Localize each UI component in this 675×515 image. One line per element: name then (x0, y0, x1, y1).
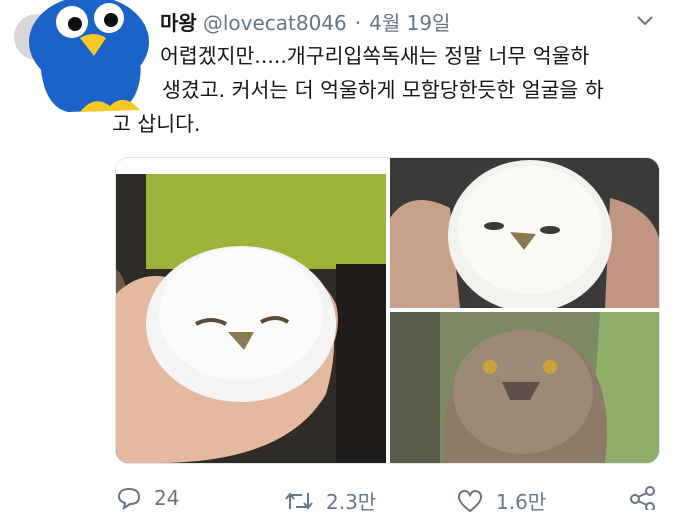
user-handle[interactable]: @lovecat8046 (203, 11, 347, 35)
media-grid (115, 157, 660, 464)
retweet-icon (285, 491, 313, 510)
retweet-button[interactable]: 2.3만 (284, 486, 376, 515)
tweet-date[interactable]: 4월 19일 (369, 11, 450, 35)
share-icon (630, 486, 655, 510)
like-button[interactable]: 1.6만 (456, 486, 546, 515)
tweet-text-line: 고 삽니다. (112, 112, 201, 136)
display-name[interactable]: 마왕 (160, 11, 197, 35)
like-count: 1.6만 (496, 490, 547, 514)
reply-count: 24 (154, 486, 180, 510)
tweet-header: 마왕 @lovecat8046 · 4월 19일 (160, 7, 450, 36)
tweet-text-line: 생겼고. 커서는 더 억울하게 모함당한듯한 얼굴을 하 (162, 78, 604, 102)
owlet-closeup-photo[interactable] (390, 158, 659, 308)
retweet-count: 2.3만 (326, 490, 377, 514)
tweet-text-line: 어렵겠지만.....개구리입쏙독새는 정말 너무 억울하 (160, 44, 590, 68)
chevron-down-icon[interactable] (636, 14, 654, 28)
action-bar: 24 2.3만 1.6만 (0, 486, 675, 515)
heart-icon (457, 489, 483, 512)
adult-frogmouth-photo[interactable] (390, 312, 659, 463)
owlet-in-hand-photo[interactable] (116, 174, 386, 463)
reply-icon (117, 487, 141, 510)
share-button[interactable] (628, 486, 670, 510)
reply-button[interactable]: 24 (116, 486, 179, 510)
separator-dot: · (354, 11, 362, 35)
tweet-text: 어렵겠지만.....개구리입쏙독새는 정말 너무 억울하 생겼고. 커서는 더 … (112, 39, 660, 141)
